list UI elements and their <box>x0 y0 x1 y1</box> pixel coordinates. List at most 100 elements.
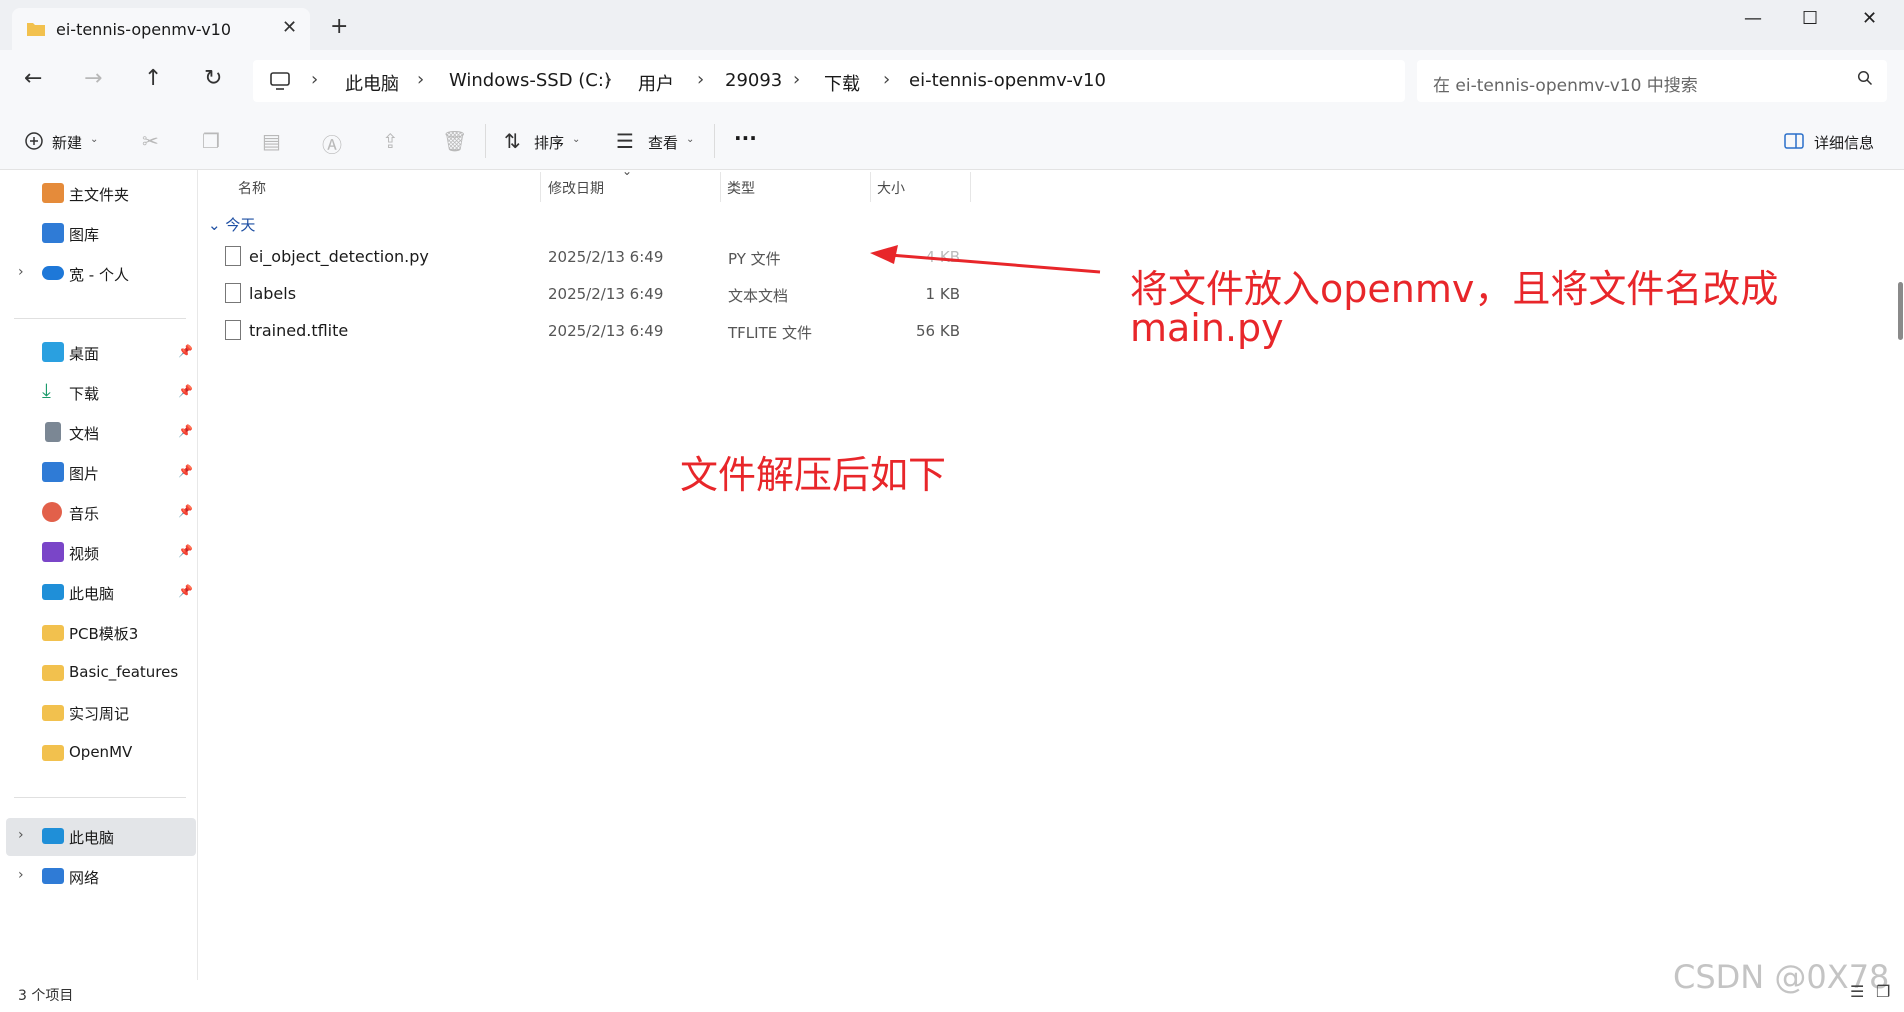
sidebar-item-downloads[interactable]: ⤓ 下载 📌 <box>0 374 198 412</box>
file-row[interactable]: labels 2025/2/13 6:49 文本文档 1 KB <box>210 278 970 314</box>
close-window-button[interactable]: ✕ <box>1862 8 1877 29</box>
sidebar-item-label: 下载 <box>69 385 100 403</box>
column-header-type[interactable]: 类型 <box>727 178 755 198</box>
column-divider[interactable] <box>540 172 541 202</box>
breadcrumb-separator: › <box>417 69 425 90</box>
breadcrumb-item[interactable]: 29093 <box>725 70 782 91</box>
file-name: trained.tflite <box>249 321 349 340</box>
maximize-button[interactable]: ☐ <box>1802 8 1818 29</box>
sidebar-item-videos[interactable]: 视频 📌 <box>0 534 198 572</box>
tab-close-icon[interactable]: ✕ <box>282 17 297 38</box>
document-icon <box>45 422 61 442</box>
sidebar-item-onedrive[interactable]: › 宽 - 个人 <box>0 255 198 293</box>
breadcrumb-item[interactable]: Windows-SSD (C:) <box>449 70 611 91</box>
sidebar-item-label: 图库 <box>69 226 100 244</box>
scrollbar[interactable] <box>1898 282 1903 340</box>
sidebar-item-network[interactable]: › 网络 <box>0 858 198 896</box>
breadcrumb-item[interactable]: ei-tennis-openmv-v10 <box>909 70 1106 91</box>
search-box[interactable]: 在 ei-tennis-openmv-v10 中搜索 <box>1417 60 1887 102</box>
toolbar-divider <box>714 124 715 158</box>
more-options-button[interactable]: ··· <box>734 126 757 150</box>
sidebar-item-label: PCB模板3 <box>69 625 139 643</box>
sidebar-item-documents[interactable]: 文档 📌 <box>0 414 198 452</box>
breadcrumb-separator: › <box>883 69 891 90</box>
column-header-size[interactable]: 大小 <box>877 178 905 198</box>
folder-icon <box>42 745 64 761</box>
tab-current[interactable]: ei-tennis-openmv-v10 ✕ <box>12 8 310 50</box>
sidebar-item-label: 文档 <box>69 425 100 443</box>
sidebar-item-home[interactable]: 主文件夹 <box>0 175 198 213</box>
cut-icon[interactable]: ✂ <box>142 129 159 153</box>
tiles-view-icon[interactable]: ❐ <box>1876 982 1890 1001</box>
sidebar-item-folder[interactable]: Basic_features <box>0 654 198 692</box>
column-header-name[interactable]: 名称 <box>238 178 266 198</box>
breadcrumb-separator: › <box>311 69 319 90</box>
annotation-text: main.py <box>1130 306 1284 350</box>
delete-icon[interactable]: 🗑 <box>442 129 467 153</box>
sidebar-item-gallery[interactable]: 图库 <box>0 215 198 253</box>
search-placeholder: 在 ei-tennis-openmv-v10 中搜索 <box>1433 76 1698 96</box>
sidebar-item-label: Basic_features <box>69 663 179 681</box>
breadcrumb-item[interactable]: 下载 <box>824 70 860 96</box>
sort-chevron-icon: ⌄ <box>622 164 633 178</box>
details-button[interactable]: 详细信息 <box>1814 132 1874 153</box>
forward-button[interactable]: → <box>84 66 102 91</box>
view-button[interactable]: 查看 <box>648 132 678 153</box>
column-divider[interactable] <box>870 172 871 202</box>
computer-icon <box>42 828 64 844</box>
sidebar-item-folder[interactable]: OpenMV <box>0 734 198 772</box>
chevron-right-icon[interactable]: › <box>18 827 24 843</box>
file-row[interactable]: trained.tflite 2025/2/13 6:49 TFLITE 文件 … <box>210 315 970 351</box>
sort-icon: ⇅ <box>504 129 521 153</box>
up-button[interactable]: ↑ <box>144 66 162 91</box>
paste-icon[interactable]: ▤ <box>262 129 281 153</box>
group-header[interactable]: ⌄ 今天 <box>208 214 255 235</box>
cloud-icon <box>42 266 64 280</box>
chevron-right-icon[interactable]: › <box>18 264 24 280</box>
pin-icon: 📌 <box>178 464 193 478</box>
copy-icon[interactable]: ❐ <box>202 129 220 153</box>
folder-icon <box>42 665 64 681</box>
sidebar-item-label: 实习周记 <box>69 705 130 723</box>
sort-button[interactable]: 排序 <box>534 132 564 153</box>
column-divider[interactable] <box>970 172 971 202</box>
breadcrumb-item[interactable]: 用户 <box>638 70 674 96</box>
rename-icon[interactable]: Ⓐ <box>322 129 342 158</box>
minimize-button[interactable]: — <box>1744 8 1762 29</box>
sidebar-item-this-pc[interactable]: 此电脑 📌 <box>0 574 198 612</box>
refresh-button[interactable]: ↻ <box>204 66 222 91</box>
back-button[interactable]: ← <box>24 66 42 91</box>
details-view-icon[interactable]: ☰ <box>1850 982 1864 1001</box>
sidebar-item-label: 图片 <box>69 465 100 483</box>
sidebar-item-music[interactable]: 音乐 📌 <box>0 494 198 532</box>
pin-icon: 📌 <box>178 344 193 358</box>
sidebar-item-label: 桌面 <box>69 345 100 363</box>
details-pane-icon <box>1784 133 1804 149</box>
pin-icon: 📌 <box>178 424 193 438</box>
sidebar-item-this-pc-selected[interactable]: › 此电脑 <box>6 818 196 856</box>
sidebar-item-pictures[interactable]: 图片 📌 <box>0 454 198 492</box>
chevron-right-icon[interactable]: › <box>18 867 24 883</box>
share-icon[interactable]: ⇪ <box>382 129 399 153</box>
file-date: 2025/2/13 6:49 <box>548 322 664 340</box>
column-header-date[interactable]: 修改日期 <box>548 178 604 198</box>
annotation-text: 文件解压后如下 <box>680 453 947 497</box>
pin-icon: 📌 <box>178 384 193 398</box>
address-bar[interactable]: › 此电脑 › Windows-SSD (C:) › 用户 › 29093 › … <box>253 60 1405 102</box>
new-tab-button[interactable]: + <box>330 14 348 39</box>
column-divider[interactable] <box>720 172 721 202</box>
sidebar-item-folder[interactable]: 实习周记 <box>0 694 198 732</box>
sidebar-item-desktop[interactable]: 桌面 📌 <box>0 334 198 372</box>
sidebar-item-folder[interactable]: PCB模板3 <box>0 614 198 652</box>
breadcrumb-item[interactable]: 此电脑 <box>345 70 399 96</box>
pin-icon: 📌 <box>178 584 193 598</box>
annotation-arrow <box>870 245 1101 274</box>
text-file-icon <box>225 283 241 303</box>
file-row[interactable]: ei_object_detection.py 2025/2/13 6:49 PY… <box>210 241 970 277</box>
sidebar-item-label: 宽 - 个人 <box>69 266 129 284</box>
folder-icon <box>42 705 64 721</box>
breadcrumb-separator: › <box>605 69 613 90</box>
pin-icon: 📌 <box>178 504 193 518</box>
new-button[interactable]: 新建 <box>52 132 82 153</box>
sidebar-item-label: 视频 <box>69 545 100 563</box>
